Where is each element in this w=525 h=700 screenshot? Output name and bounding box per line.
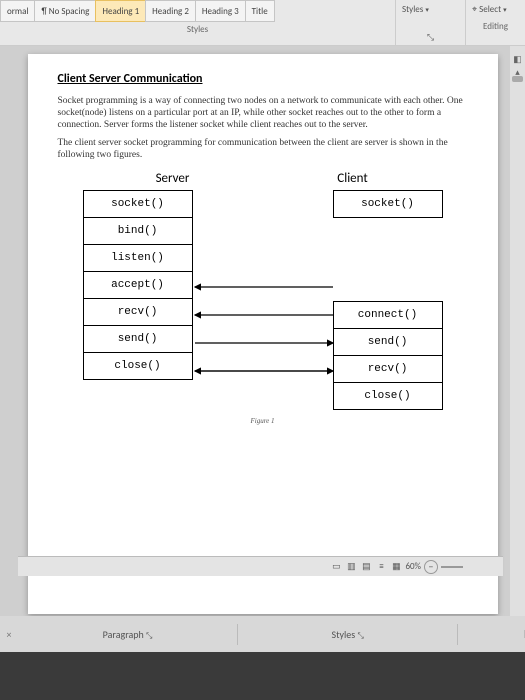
- zoom-out-button[interactable]: −: [424, 560, 438, 574]
- inner-status-bar: ▭ ▥ ▤ ≡ ▦ 60% −: [18, 556, 503, 576]
- server-box-socket: socket(): [83, 190, 193, 218]
- client-box-send: send(): [333, 328, 443, 356]
- outline-icon[interactable]: ≡: [375, 561, 387, 573]
- doc-heading: Client Server Communication: [58, 72, 468, 86]
- client-box-socket: socket(): [333, 190, 443, 218]
- client-box-recv: recv(): [333, 355, 443, 383]
- print-layout-icon[interactable]: ▭: [330, 561, 342, 573]
- select-dropdown[interactable]: ⌖ Select ▾: [466, 0, 525, 19]
- server-column-header: Server: [83, 171, 263, 190]
- styles-pane-label[interactable]: Styles ⤡: [238, 624, 458, 645]
- server-box-close: close(): [83, 352, 193, 380]
- style-heading-2[interactable]: Heading 2: [145, 0, 196, 22]
- zoom-level[interactable]: 60%: [405, 561, 421, 572]
- server-box-accept: accept(): [83, 271, 193, 299]
- diagram: Server Client socket() bind() listen() a…: [83, 171, 443, 425]
- styles-pane-group: Styles ▾ ⤡: [395, 0, 465, 45]
- style-heading-1[interactable]: Heading 1: [95, 0, 146, 22]
- chevron-down-icon: ▾: [425, 5, 429, 14]
- ribbon: ormal ¶ No Spacing Heading 1 Heading 2 H…: [0, 0, 525, 46]
- editing-group-label: Editing: [466, 19, 525, 32]
- scroll-object-icon[interactable]: ◧: [512, 54, 523, 65]
- document-workspace: Client Server Communication Socket progr…: [0, 46, 525, 616]
- close-pane-button[interactable]: ×: [0, 628, 18, 641]
- client-box-connect: connect(): [333, 301, 443, 329]
- document-page[interactable]: Client Server Communication Socket progr…: [28, 54, 498, 614]
- status-spacer: [458, 630, 525, 638]
- server-column: socket() bind() listen() accept() recv()…: [83, 190, 193, 409]
- read-mode-icon[interactable]: ▥: [345, 561, 357, 573]
- diagram-arrows: [193, 190, 333, 414]
- style-normal[interactable]: ormal: [0, 0, 35, 22]
- scrollbar-thumb[interactable]: [512, 76, 523, 82]
- style-heading-3[interactable]: Heading 3: [195, 0, 246, 22]
- expand-icon: ⤡: [357, 631, 363, 641]
- vertical-scrollbar[interactable]: ◧ ▴: [510, 46, 525, 616]
- client-box-close: close(): [333, 382, 443, 410]
- styles-dropdown[interactable]: Styles ▾: [396, 0, 465, 19]
- server-box-listen: listen(): [83, 244, 193, 272]
- paragraph-pane-label[interactable]: Paragraph ⤡: [18, 624, 238, 645]
- client-column-header: Client: [263, 171, 443, 190]
- styles-pane-expand[interactable]: ⤡: [396, 30, 465, 43]
- cursor-icon: ⌖: [472, 4, 477, 15]
- server-box-send: send(): [83, 325, 193, 353]
- server-box-bind: bind(): [83, 217, 193, 245]
- figure-caption: Figure 1: [83, 417, 443, 425]
- doc-paragraph-2: The client server socket programming for…: [58, 138, 468, 162]
- style-title[interactable]: Title: [245, 0, 275, 22]
- style-no-spacing[interactable]: ¶ No Spacing: [34, 0, 96, 22]
- chevron-down-icon: ▾: [503, 5, 507, 14]
- client-column: socket() connect() send() recv() close(): [333, 190, 443, 409]
- zoom-slider[interactable]: [441, 566, 463, 568]
- web-layout-icon[interactable]: ▤: [360, 561, 372, 573]
- styles-group-label: Styles: [0, 22, 395, 35]
- expand-icon: ⤡: [146, 631, 152, 641]
- outer-status-bar: × Paragraph ⤡ Styles ⤡: [0, 616, 525, 652]
- styles-gallery: ormal ¶ No Spacing Heading 1 Heading 2 H…: [0, 0, 395, 45]
- draft-icon[interactable]: ▦: [390, 561, 402, 573]
- server-box-recv: recv(): [83, 298, 193, 326]
- editing-group: ⌖ Select ▾ Editing: [465, 0, 525, 45]
- doc-paragraph-1: Socket programming is a way of connectin…: [58, 96, 468, 132]
